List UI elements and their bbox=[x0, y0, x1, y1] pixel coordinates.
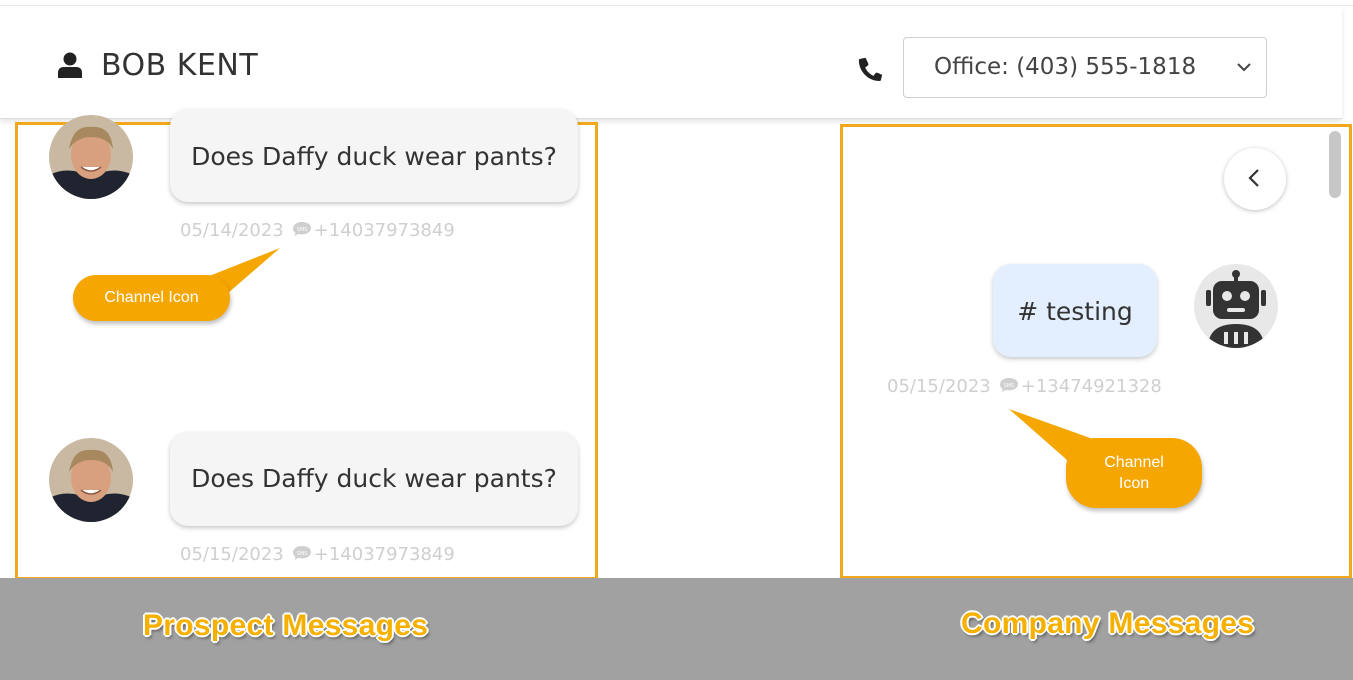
callout-text-line: Icon bbox=[1118, 475, 1150, 492]
svg-text:SMS: SMS bbox=[1003, 383, 1014, 389]
conversation-header: BOB KENT Office: (403) 555-1818 bbox=[0, 6, 1342, 119]
channel-icon-callout: Channel Icon bbox=[1066, 438, 1202, 508]
message-meta: 05/15/2023 SMS +13474921328 bbox=[887, 376, 1162, 397]
svg-text:SMS: SMS bbox=[296, 551, 307, 557]
prospect-messages-label: Prospect Messages bbox=[143, 609, 429, 642]
sms-chat-icon: SMS bbox=[999, 378, 1018, 392]
sms-chat-icon: SMS bbox=[292, 546, 311, 560]
message-number: +14037973849 bbox=[313, 544, 455, 565]
scrollbar-thumb[interactable] bbox=[1329, 131, 1341, 198]
svg-text:SMS: SMS bbox=[296, 227, 307, 233]
collapse-button[interactable] bbox=[1224, 148, 1286, 210]
message-meta: 05/15/2023 SMS +14037973849 bbox=[180, 544, 455, 565]
message-text: Does Daffy duck wear pants? bbox=[191, 464, 557, 493]
contact-name: BOB KENT bbox=[101, 48, 259, 83]
sms-chat-icon: SMS bbox=[292, 222, 311, 236]
chevron-left-icon bbox=[1248, 169, 1259, 187]
channel-icon-callout: Channel Icon bbox=[73, 275, 230, 321]
message-meta: 05/14/2023 SMS +14037973849 bbox=[180, 220, 455, 241]
phone-icon bbox=[858, 57, 883, 82]
phone-number-select[interactable]: Office: (403) 555-1818 bbox=[903, 37, 1267, 98]
message-date: 05/15/2023 bbox=[887, 376, 991, 397]
message-number: +13474921328 bbox=[1020, 376, 1162, 397]
prospect-message-bubble: Does Daffy duck wear pants? bbox=[170, 432, 578, 526]
phone-select-value: Office: (403) 555-1818 bbox=[934, 54, 1197, 80]
prospect-avatar bbox=[49, 438, 133, 522]
company-message-bubble: # testing bbox=[993, 264, 1157, 357]
user-icon bbox=[58, 52, 82, 78]
callout-text-line: Channel bbox=[1104, 454, 1164, 471]
prospect-avatar bbox=[49, 115, 133, 199]
robot-icon bbox=[1206, 270, 1266, 348]
company-messages-label: Company Messages bbox=[961, 607, 1255, 640]
chevron-down-icon bbox=[1237, 63, 1251, 72]
message-text: Does Daffy duck wear pants? bbox=[191, 142, 557, 171]
prospect-message-bubble: Does Daffy duck wear pants? bbox=[170, 109, 578, 202]
bot-avatar bbox=[1194, 264, 1278, 348]
message-date: 05/15/2023 bbox=[180, 544, 284, 565]
message-number: +14037973849 bbox=[313, 220, 455, 241]
message-text: # testing bbox=[1017, 297, 1133, 326]
callout-text: Channel Icon bbox=[104, 289, 199, 306]
message-date: 05/14/2023 bbox=[180, 220, 284, 241]
